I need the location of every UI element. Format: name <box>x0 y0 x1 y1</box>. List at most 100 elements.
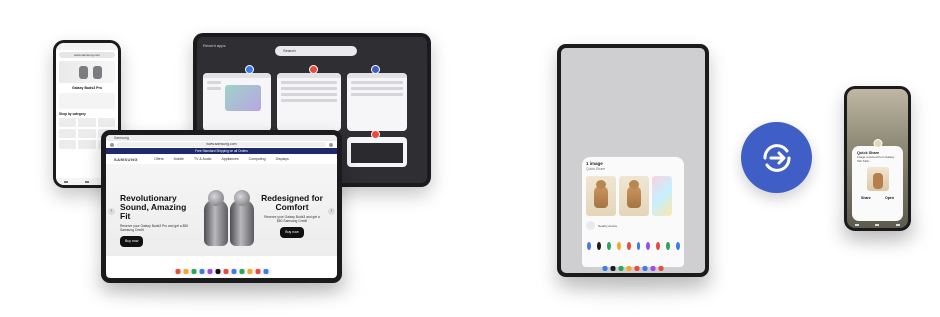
app-icon[interactable] <box>634 266 640 271</box>
search-input[interactable]: Search <box>275 46 357 56</box>
category-tile[interactable] <box>59 118 77 127</box>
app-icon[interactable] <box>223 269 228 274</box>
buy-now-button[interactable]: Buy now <box>120 236 144 247</box>
app-icon[interactable] <box>646 242 651 250</box>
tablet-share: 1 image Quick Share Nearby device <box>557 44 709 277</box>
app-icon[interactable] <box>636 242 641 250</box>
buy-now-button[interactable]: Buy now <box>280 227 304 238</box>
colorful-photo[interactable] <box>652 176 672 216</box>
avatar <box>873 139 882 148</box>
tablet-browser-screen: Samsung www.samsung.com Free Standard Sh… <box>106 135 337 278</box>
card-text <box>351 81 403 84</box>
nearby-device[interactable]: Nearby device <box>586 221 680 230</box>
recent-app-card[interactable] <box>277 73 341 131</box>
nav-item[interactable]: Appliances <box>222 157 239 161</box>
card-text <box>281 93 337 96</box>
app-icon[interactable] <box>626 242 631 250</box>
recent-app-card[interactable] <box>203 73 271 131</box>
carousel-prev-button[interactable]: ‹ <box>108 208 115 215</box>
app-icon[interactable] <box>239 269 244 274</box>
share-sheet-title: 1 image <box>586 161 603 166</box>
app-icon[interactable] <box>666 242 671 250</box>
app-icon[interactable] <box>656 242 661 250</box>
nav-item[interactable]: TV & Audio <box>194 157 212 161</box>
app-icon[interactable] <box>596 242 601 250</box>
puppy-photo[interactable] <box>619 176 649 216</box>
hero-banner[interactable] <box>59 61 115 83</box>
category-tile[interactable] <box>78 118 96 127</box>
back-button[interactable] <box>855 224 860 226</box>
recents-button[interactable] <box>895 224 900 226</box>
category-tile[interactable] <box>78 129 96 138</box>
app-icon[interactable] <box>658 266 664 271</box>
app-icon[interactable] <box>175 269 180 274</box>
card-text <box>351 93 403 96</box>
app-icon[interactable] <box>587 242 591 250</box>
app-icon[interactable] <box>626 266 632 271</box>
nav-item[interactable]: Mobile <box>174 157 184 161</box>
recent-app-card[interactable] <box>347 73 407 131</box>
app-icon[interactable] <box>618 266 624 271</box>
puppy-photo[interactable] <box>586 176 616 216</box>
app-icon[interactable] <box>606 242 611 250</box>
taskbar <box>602 266 664 271</box>
nav-item[interactable]: Displays <box>276 157 289 161</box>
app-icon[interactable] <box>650 266 656 271</box>
share-sheet: 1 image Quick Share Nearby device <box>582 157 684 267</box>
promo-block[interactable] <box>59 93 115 109</box>
category-tile[interactable] <box>59 140 77 149</box>
app-icon[interactable] <box>247 269 252 274</box>
hero-left-subtitle: Reserve your Galaxy Buds3 Pro and get a … <box>120 224 189 232</box>
tablet-share-screen: 1 image Quick Share Nearby device <box>561 48 705 273</box>
puppy-figure <box>594 180 608 208</box>
app-icon[interactable] <box>245 65 254 74</box>
app-icon[interactable] <box>207 269 212 274</box>
home-icon[interactable] <box>110 142 114 147</box>
app-icon[interactable] <box>642 266 648 271</box>
carousel-next-button[interactable]: › <box>328 208 335 215</box>
app-icon[interactable] <box>255 269 260 274</box>
share-button[interactable]: Share <box>861 196 871 200</box>
recent-app-card[interactable] <box>347 137 407 167</box>
category-tile[interactable] <box>59 129 77 138</box>
nav-item[interactable]: Computing <box>249 157 266 161</box>
app-icon[interactable] <box>231 269 236 274</box>
app-icon[interactable] <box>199 269 204 274</box>
app-icon[interactable] <box>183 269 188 274</box>
app-icon[interactable] <box>215 269 220 274</box>
nav-item[interactable]: Offers <box>154 157 163 161</box>
device-icon <box>586 221 595 230</box>
url-bar[interactable]: www.samsung.com <box>117 142 326 147</box>
app-icon[interactable] <box>309 65 318 74</box>
app-icon[interactable] <box>191 269 196 274</box>
recent-apps-label: Recent apps <box>203 43 226 48</box>
card-header <box>347 73 407 78</box>
image-preview-row <box>586 176 680 216</box>
url-bar[interactable]: www.samsung.com <box>59 52 115 58</box>
video-thumbnail <box>351 143 403 163</box>
category-tile[interactable] <box>97 118 115 127</box>
card-header <box>277 73 341 78</box>
app-icon[interactable] <box>263 269 268 274</box>
app-icon[interactable] <box>616 242 621 250</box>
hero-left: Revolutionary Sound, Amazing Fit Reserve… <box>120 194 190 247</box>
app-icon[interactable] <box>371 65 380 74</box>
received-image-thumbnail[interactable] <box>866 167 889 192</box>
hero-right-title: Redesigned for Comfort <box>261 193 323 212</box>
back-button[interactable] <box>64 180 69 183</box>
app-icon[interactable] <box>602 266 608 271</box>
site-logo[interactable]: SAMSUNG <box>114 157 138 162</box>
category-tile[interactable] <box>78 140 96 149</box>
home-button[interactable] <box>875 224 880 226</box>
app-icon[interactable] <box>610 266 616 271</box>
card-text <box>351 87 403 90</box>
card-header <box>203 73 271 78</box>
app-icon[interactable] <box>676 242 681 250</box>
open-button[interactable]: Open <box>885 196 894 200</box>
home-button[interactable] <box>84 180 89 183</box>
quick-share-notification: Quick Share Image received from Galaxy T… <box>852 146 903 221</box>
quick-share-icon <box>762 143 791 172</box>
hero-left-title: Revolutionary Sound, Amazing Fit <box>120 193 187 221</box>
app-icon[interactable] <box>371 130 380 139</box>
menu-icon[interactable] <box>329 142 333 147</box>
